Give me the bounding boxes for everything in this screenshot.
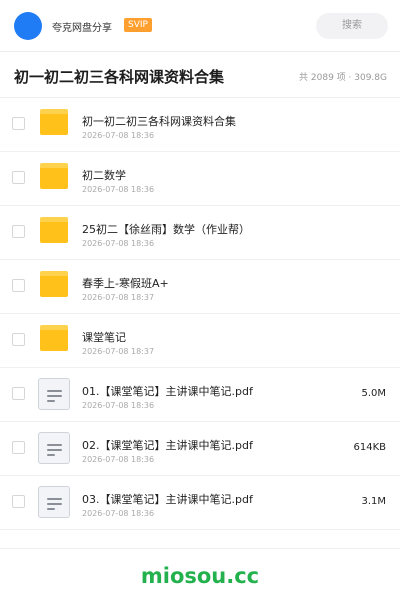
- folder-icon: [40, 325, 68, 351]
- row-checkbox[interactable]: [12, 441, 25, 454]
- file-list: 初一初二初三各科网课资料合集 2026-07-08 18:36 初二数学 202…: [0, 98, 400, 530]
- folder-icon: [40, 217, 68, 243]
- file-size: 3.1M: [361, 496, 386, 507]
- avatar[interactable]: [14, 12, 42, 40]
- file-summary: 共 2089 项 · 309.8G: [299, 73, 387, 83]
- file-row[interactable]: 春季上-寒假班A+ 2026-07-08 18:37: [0, 260, 400, 314]
- watermark-text: miosou.cc: [140, 564, 260, 588]
- watermark-area: miosou.cc: [0, 548, 400, 600]
- file-date: 2026-07-08 18:36: [82, 239, 155, 248]
- file-date: 2026-07-08 18:37: [82, 293, 155, 302]
- file-name: 02.【课堂笔记】主讲课中笔记.pdf: [82, 439, 253, 452]
- folder-icon: [40, 271, 68, 297]
- file-name: 春季上-寒假班A+: [82, 277, 169, 290]
- document-icon: [38, 432, 70, 464]
- file-date: 2026-07-08 18:36: [82, 509, 155, 518]
- file-row[interactable]: 03.【课堂笔记】主讲课中笔记.pdf 2026-07-08 18:36 3.1…: [0, 476, 400, 530]
- file-name: 03.【课堂笔记】主讲课中笔记.pdf: [82, 493, 253, 506]
- row-checkbox[interactable]: [12, 387, 25, 400]
- share-user-name: 夸克网盘分享: [52, 23, 112, 34]
- file-name: 初二数学: [82, 169, 126, 182]
- file-row[interactable]: 初一初二初三各科网课资料合集 2026-07-08 18:36: [0, 98, 400, 152]
- file-row[interactable]: 01.【课堂笔记】主讲课中笔记.pdf 2026-07-08 18:36 5.0…: [0, 368, 400, 422]
- row-checkbox[interactable]: [12, 171, 25, 184]
- row-checkbox[interactable]: [12, 333, 25, 346]
- row-checkbox[interactable]: [12, 225, 25, 238]
- file-size: 5.0M: [361, 388, 386, 399]
- file-date: 2026-07-08 18:36: [82, 131, 155, 140]
- row-checkbox[interactable]: [12, 495, 25, 508]
- document-icon: [38, 378, 70, 410]
- row-checkbox[interactable]: [12, 117, 25, 130]
- file-row[interactable]: 课堂笔记 2026-07-08 18:37: [0, 314, 400, 368]
- svip-badge: SVIP: [124, 18, 152, 32]
- row-checkbox[interactable]: [12, 279, 25, 292]
- folder-icon: [40, 109, 68, 135]
- document-icon: [38, 486, 70, 518]
- file-row[interactable]: 02.【课堂笔记】主讲课中笔记.pdf 2026-07-08 18:36 614…: [0, 422, 400, 476]
- page-title: 初一初二初三各科网课资料合集: [14, 68, 225, 86]
- file-name: 初一初二初三各科网课资料合集: [82, 115, 236, 128]
- title-bar: 初一初二初三各科网课资料合集 共 2089 项 · 309.8G: [0, 52, 400, 98]
- search-button[interactable]: 搜索: [316, 13, 388, 39]
- file-row[interactable]: 25初二【徐丝雨】数学（作业帮） 2026-07-08 18:36: [0, 206, 400, 260]
- file-row[interactable]: 初二数学 2026-07-08 18:36: [0, 152, 400, 206]
- file-date: 2026-07-08 18:37: [82, 347, 155, 356]
- file-date: 2026-07-08 18:36: [82, 401, 155, 410]
- folder-icon: [40, 163, 68, 189]
- file-name: 课堂笔记: [82, 331, 126, 344]
- file-name: 25初二【徐丝雨】数学（作业帮）: [82, 223, 250, 236]
- share-header: 夸克网盘分享 SVIP 搜索: [0, 0, 400, 52]
- file-date: 2026-07-08 18:36: [82, 455, 155, 464]
- file-size: 614KB: [353, 442, 386, 453]
- file-name: 01.【课堂笔记】主讲课中笔记.pdf: [82, 385, 253, 398]
- file-date: 2026-07-08 18:36: [82, 185, 155, 194]
